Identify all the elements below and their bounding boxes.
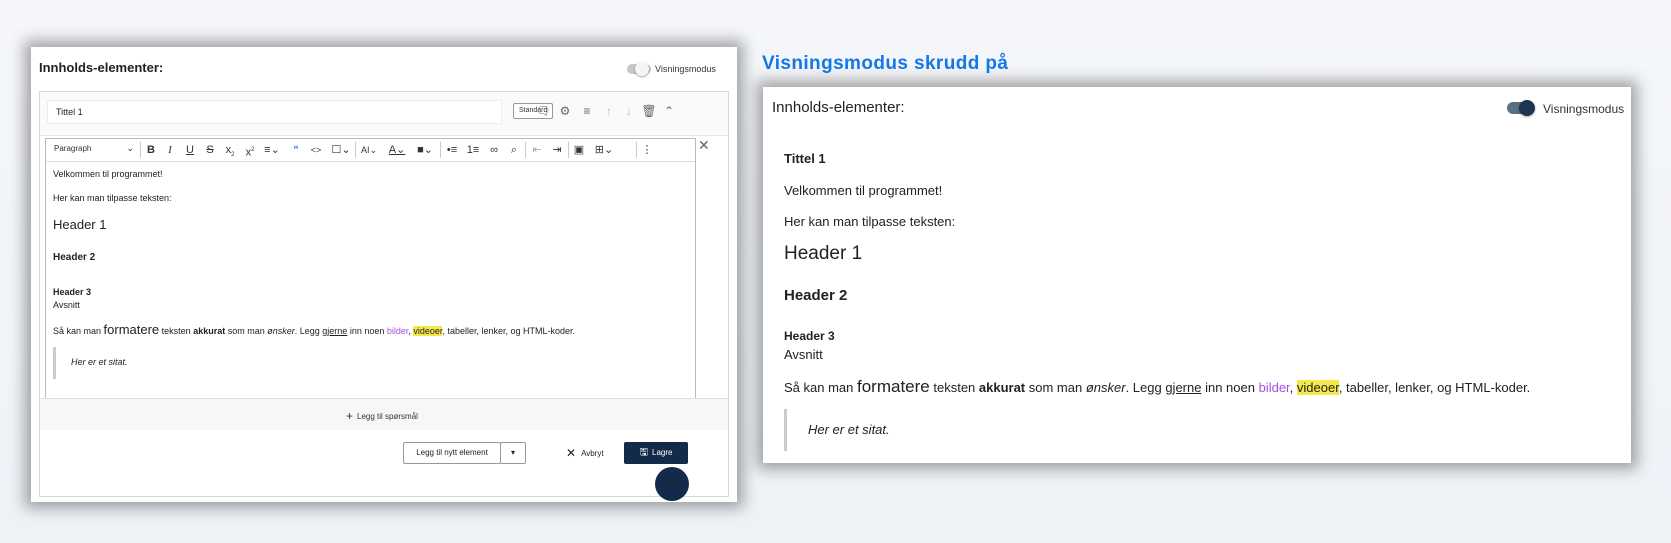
indent-icon[interactable]: ⇥ — [550, 142, 564, 158]
outdent-icon[interactable]: ⇤ — [530, 142, 544, 158]
paragraph: Velkommen til programmet! — [53, 169, 163, 179]
headline: Visningsmodus skrudd på — [762, 53, 1009, 74]
view-mode-label: Visningsmodus — [655, 64, 716, 74]
strikethrough-icon[interactable]: S — [203, 142, 217, 158]
view-mode-toggle[interactable] — [627, 62, 651, 76]
chevron-up-icon[interactable]: ⌃ — [660, 102, 678, 120]
editor-toolbar: Paragraph ⌄ B I U S x2 x2 ≡⌄ “ <> ☐⌄ AI⌄ … — [46, 139, 695, 162]
numbered-list-icon[interactable]: 1≡ — [466, 142, 480, 158]
checklist-icon[interactable]: ≡ — [578, 102, 596, 120]
paragraph: Avsnitt — [53, 300, 80, 310]
paragraph: Avsnitt — [784, 347, 823, 362]
panel-title: Innholds-elementer: — [772, 99, 905, 116]
formatted-sentence: Så kan man formatere teksten akkurat som… — [784, 377, 1531, 396]
view-panel: Innholds-elementer: Visningsmodus Tittel… — [763, 87, 1631, 463]
comment-icon[interactable]: 🗨 — [534, 102, 552, 120]
gear-icon[interactable]: ⚙ — [556, 102, 574, 120]
insert-image-icon[interactable]: ▣ — [572, 142, 586, 158]
more-icon[interactable]: ⋮ — [640, 142, 654, 158]
background-color-icon[interactable]: ■⌄ — [414, 142, 436, 158]
paragraph: Her kan man tilpasse teksten: — [784, 214, 956, 229]
paragraph: Velkommen til programmet! — [784, 183, 943, 198]
close-icon[interactable]: ✕ — [698, 137, 710, 154]
arrow-down-icon[interactable]: ↓ — [620, 102, 638, 120]
find-replace-icon[interactable]: ⌕ — [507, 142, 521, 158]
rich-text-editor[interactable]: Paragraph ⌄ B I U S x2 x2 ≡⌄ “ <> ☐⌄ AI⌄ … — [45, 138, 696, 402]
font-color-icon[interactable]: A⌄ — [386, 142, 408, 158]
heading-2: Header 2 — [784, 287, 848, 304]
heading-1: Header 1 — [784, 243, 863, 264]
font-size-icon[interactable]: AI⌄ — [358, 142, 380, 158]
paragraph: Her kan man tilpasse teksten: — [53, 193, 172, 203]
plus-icon: + — [346, 409, 354, 423]
heading-2: Header 2 — [53, 252, 96, 263]
save-button[interactable]: 🖫 Lagre — [624, 442, 688, 464]
arrow-up-icon[interactable]: ↑ — [600, 102, 618, 120]
italic-icon[interactable]: I — [163, 142, 177, 158]
bullet-list-icon[interactable]: •≡ — [445, 142, 459, 158]
view-mode-toggle[interactable] — [1507, 100, 1535, 116]
content-element: Tittel 1 Standard 🗨 ⚙ ≡ ↑ ↓ 🗑 ⌃ Paragrap… — [39, 91, 729, 497]
editor-panel: Innholds-elementer: Visningsmodus Tittel… — [31, 47, 737, 502]
view-mode-label: Visningsmodus — [1543, 102, 1625, 116]
add-question-bar[interactable]: + Legg til spørsmål — [40, 398, 728, 430]
align-icon[interactable]: ≡⌄ — [261, 142, 283, 158]
element-title-input[interactable]: Tittel 1 — [47, 100, 502, 124]
superscript-icon[interactable]: x2 — [242, 142, 258, 159]
chevron-down-icon: ⌄ — [126, 143, 134, 153]
code-icon[interactable]: <> — [309, 142, 323, 158]
heading-3: Header 3 — [784, 329, 835, 343]
trash-icon[interactable]: 🗑 — [640, 102, 658, 120]
add-element-button[interactable]: Legg til nytt element — [403, 442, 501, 464]
subscript-icon[interactable]: x2 — [222, 142, 238, 158]
heading-1: Header 1 — [53, 217, 107, 232]
heading-3: Header 3 — [53, 287, 92, 297]
cancel-button[interactable]: ✕ Avbryt — [566, 442, 604, 464]
element-title: Tittel 1 — [784, 151, 826, 166]
blockquote-icon[interactable]: “ — [289, 142, 303, 158]
panel-title: Innholds-elementer: — [39, 60, 164, 75]
insert-code-icon[interactable]: ☐⌄ — [329, 142, 353, 158]
link-icon[interactable]: ∞ — [487, 142, 501, 158]
add-question-button[interactable]: + Legg til spørsmål — [346, 409, 418, 423]
bold-icon[interactable]: B — [144, 142, 158, 158]
paragraph-select[interactable]: Paragraph ⌄ — [54, 143, 134, 153]
floating-action-button[interactable] — [655, 467, 689, 501]
underline-icon[interactable]: U — [183, 142, 197, 158]
chevron-down-icon[interactable]: ▾ — [500, 442, 526, 464]
blockquote: Her er et sitat. — [784, 409, 1284, 451]
insert-table-icon[interactable]: ⊞⌄ — [592, 142, 616, 158]
formatted-sentence: Så kan man formatere teksten akkurat som… — [53, 322, 576, 337]
close-icon: ✕ — [566, 446, 577, 460]
blockquote: Her er et sitat. — [53, 347, 453, 379]
save-icon: 🖫 — [639, 447, 649, 458]
